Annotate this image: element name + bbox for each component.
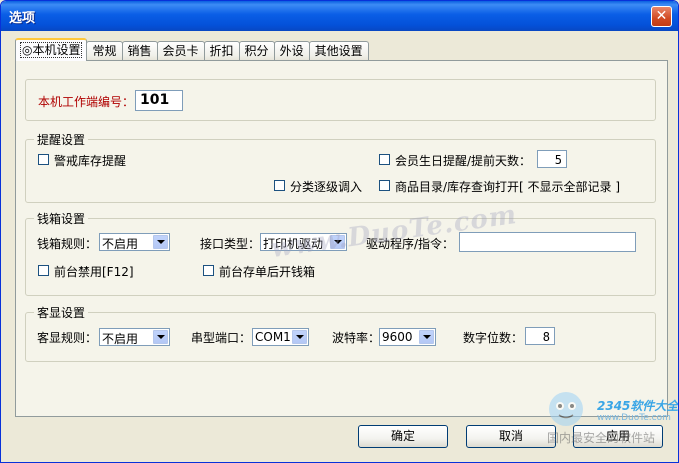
cashbox-group-title: 钱箱设置	[34, 210, 89, 227]
digits-label: 数字位数：	[463, 331, 524, 345]
category-load-label: 分类逐级调入	[290, 180, 363, 194]
tab-label: 常规	[92, 44, 117, 58]
tab-sales[interactable]: 销售	[121, 41, 158, 61]
terminal-group: 本机工作端编号： 101	[25, 79, 656, 121]
options-dialog: 选项 ✕ ◎本机设置 常规 销售 会员卡 折扣 积分 外设 其他设置 本机工作端…	[0, 0, 679, 463]
close-button[interactable]: ✕	[651, 6, 672, 27]
cashbox-rule-select[interactable]: 不启用	[99, 233, 170, 251]
reminder-group: 提醒设置 警戒库存提醒 会员生日提醒/提前天数： 5 分类逐级调入 商品目录/库…	[25, 131, 656, 203]
chevron-down-icon[interactable]	[292, 330, 307, 344]
open-after-save-checkbox[interactable]	[203, 265, 214, 276]
category-load-checkbox[interactable]	[274, 180, 285, 191]
tab-peripherals[interactable]: 外设	[273, 41, 310, 61]
tab-discount[interactable]: 折扣	[203, 41, 240, 61]
serial-port-value: COM1	[255, 330, 291, 344]
tab-member-card[interactable]: 会员卡	[156, 41, 205, 61]
cashbox-rule-value: 不启用	[102, 237, 139, 251]
member-birthday-checkbox[interactable]	[379, 154, 390, 165]
chevron-down-icon[interactable]	[419, 330, 434, 344]
disable-front-checkbox[interactable]	[38, 265, 49, 276]
digits-input[interactable]: 8	[525, 327, 555, 345]
tab-label: 其他设置	[314, 44, 363, 58]
baud-rate-value: 9600	[382, 330, 413, 344]
close-icon: ✕	[655, 8, 668, 24]
stock-warning-label: 警戒库存提醒	[54, 154, 127, 168]
tab-label: 折扣	[209, 44, 234, 58]
tab-general[interactable]: 常规	[86, 41, 123, 61]
window-title: 选项	[9, 11, 36, 26]
baud-rate-label: 波特率：	[332, 331, 381, 345]
tab-label: 积分	[244, 44, 269, 58]
brand-watermark: 2345软件大全 www.DuoTe.com 国内最安全的软件站	[537, 379, 679, 457]
customer-display-group-title: 客显设置	[34, 304, 89, 321]
tab-label: ◎本机设置	[19, 42, 83, 58]
display-rule-select[interactable]: 不启用	[99, 328, 170, 346]
catalog-open-label: 商品目录/库存查询打开[ 不显示全部记录 ]	[395, 180, 621, 194]
display-rule-label: 客显规则：	[37, 331, 98, 345]
catalog-open-checkbox[interactable]	[379, 180, 390, 191]
chevron-down-icon[interactable]	[153, 330, 168, 344]
title-bar: 选项 ✕	[1, 1, 678, 31]
mascot-icon	[549, 392, 583, 426]
display-rule-value: 不启用	[102, 332, 139, 346]
serial-port-select[interactable]: COM1	[252, 328, 309, 346]
member-birthday-label: 会员生日提醒/提前天数：	[395, 154, 532, 168]
driver-input[interactable]	[459, 232, 636, 252]
birthday-days-input[interactable]: 5	[537, 150, 567, 168]
brand-name: 2345软件大全	[597, 399, 679, 413]
customer-display-group: 客显设置 客显规则： 不启用 串型端口： COM1 波特率： 9600 数字位数…	[25, 304, 656, 362]
terminal-label: 本机工作端编号：	[38, 95, 135, 109]
tab-points[interactable]: 积分	[238, 41, 275, 61]
tab-panel: 本机工作端编号： 101 提醒设置 警戒库存提醒 会员生日提醒/提前天数： 5 …	[15, 60, 668, 417]
chevron-down-icon[interactable]	[153, 235, 168, 249]
disable-front-label: 前台禁用[F12]	[54, 265, 134, 279]
open-after-save-label: 前台存单后开钱箱	[219, 265, 316, 279]
cashbox-rule-label: 钱箱规则：	[37, 237, 98, 251]
brand-subtitle: 国内最安全的软件站	[547, 431, 656, 445]
interface-type-label: 接口类型：	[200, 237, 261, 251]
reminder-group-title: 提醒设置	[34, 131, 89, 148]
terminal-number-input[interactable]: 101	[135, 90, 183, 111]
tab-label: 外设	[279, 44, 304, 58]
baud-rate-select[interactable]: 9600	[379, 328, 436, 346]
ok-button[interactable]: 确定	[358, 425, 448, 448]
stock-warning-checkbox[interactable]	[38, 154, 49, 165]
tab-label: 销售	[127, 44, 152, 58]
tab-other-settings[interactable]: 其他设置	[308, 41, 369, 61]
tab-label: 会员卡	[162, 44, 199, 58]
tab-strip: ◎本机设置 常规 销售 会员卡 折扣 积分 外设 其他设置	[15, 38, 369, 61]
serial-port-label: 串型端口：	[191, 331, 252, 345]
tab-local-settings[interactable]: ◎本机设置	[15, 38, 88, 61]
brand-url: www.DuoTe.com	[597, 413, 671, 423]
